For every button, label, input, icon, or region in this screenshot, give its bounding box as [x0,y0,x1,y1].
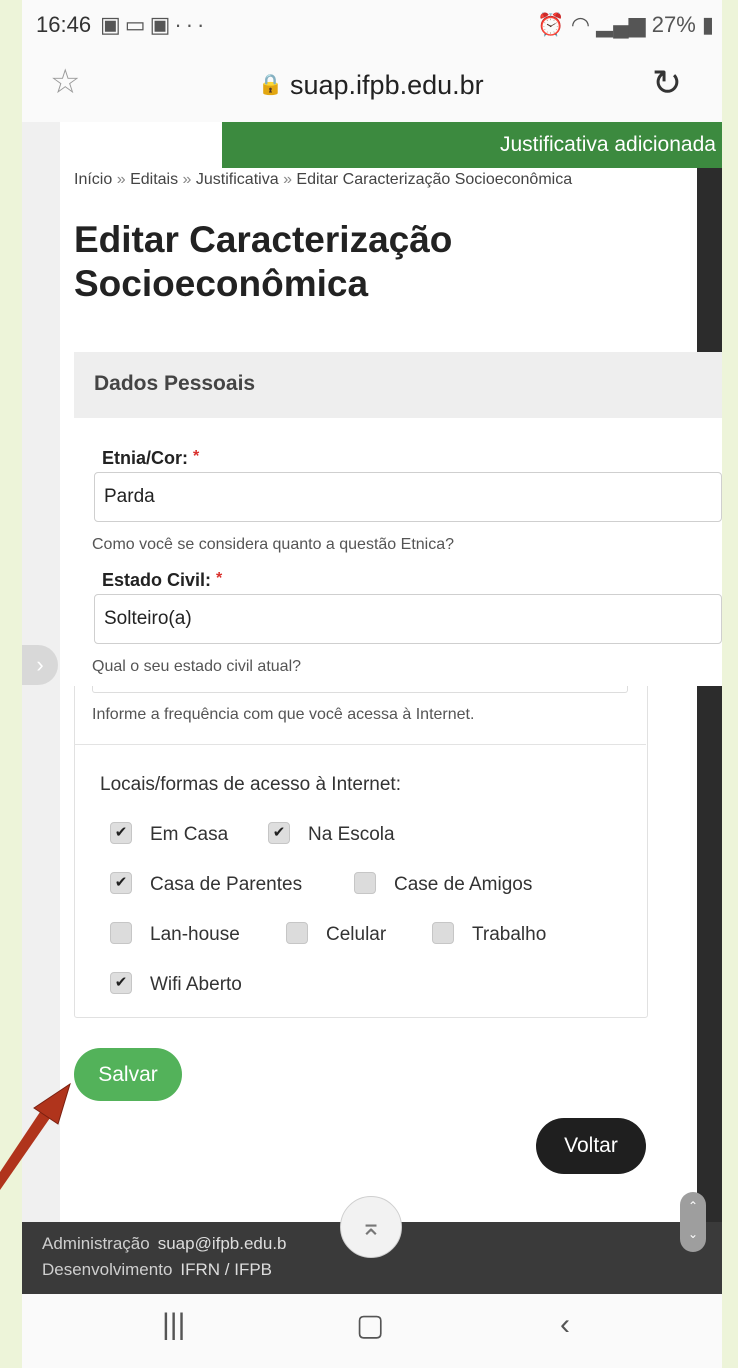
checkbox-label: Lan-house [150,924,240,945]
checkbox-unchecked-icon[interactable] [110,922,132,944]
checkbox-checked-icon[interactable]: ✔ [268,822,290,844]
save-button[interactable]: Salvar [74,1048,182,1101]
status-right: ⏰ ◠ ▂▄▆ 27% ▮ [537,12,714,38]
checkbox-label: Trabalho [472,924,547,945]
page-title: Editar Caracterização Socioeconômica [74,219,453,304]
notification-icons: ▣▭▣··· [100,12,208,38]
checkbox-unchecked-icon[interactable] [286,922,308,944]
image-icon: ▣ [100,12,125,37]
footer-label: Administração [42,1234,150,1253]
screen-icon: ▭ [124,12,150,37]
breadcrumb-separator: » [283,171,292,188]
breadcrumb-link[interactable]: Editais [130,171,178,188]
url-text[interactable]: suap.ifpb.edu.br [290,70,484,101]
required-mark: * [193,448,200,465]
estado-civil-label: Estado Civil: * [102,570,222,591]
internet-access-title: Locais/formas de acesso à Internet: [100,774,401,795]
lock-icon: 🔒 [258,74,283,96]
footer-email-link[interactable]: suap@ifpb.edu.b [158,1234,287,1253]
etnia-label-text: Etnia/Cor: [102,448,189,468]
wifi-icon: ◠ [570,12,591,37]
checkbox-label: Case de Amigos [394,874,533,895]
estado-civil-help-text: Qual o seu estado civil atual? [92,658,302,675]
bookmark-star-icon[interactable]: ☆ [50,62,80,102]
footer-label: Desenvolvimento [42,1260,173,1279]
status-bar: 16:46 ▣▭▣··· ⏰ ◠ ▂▄▆ 27% ▮ [22,0,722,48]
phone-screen: 16:46 ▣▭▣··· ⏰ ◠ ▂▄▆ 27% ▮ ☆ 🔒 suap.ifpb… [22,0,722,1368]
checkbox-checked-icon[interactable]: ✔ [110,872,132,894]
browser-url-bar: ☆ 🔒 suap.ifpb.edu.br ↻ [22,48,722,122]
signal-icon: ▂▄▆ [596,12,646,37]
checkbox-label: Casa de Parentes [150,874,303,895]
checkbox-checked-icon[interactable]: ✔ [110,822,132,844]
scroll-to-top-icon[interactable]: ⌅ [340,1196,402,1258]
frequency-select-edge [92,686,628,693]
back-nav-icon[interactable]: ‹ [560,1308,570,1342]
etnia-select[interactable]: Parda [94,472,722,522]
alarm-icon: ⏰ [537,12,565,37]
section-title: Dados Pessoais [94,372,256,395]
reload-icon[interactable]: ↻ [652,62,682,104]
estado-civil-select[interactable]: Solteiro(a) [94,594,722,644]
right-dark-strip [697,168,722,1222]
etnia-label: Etnia/Cor: * [102,448,199,469]
section-header: Dados Pessoais [74,352,722,418]
android-nav-bar: ||| ▢ ‹ [22,1294,722,1368]
checkbox-label: Em Casa [150,824,229,845]
success-toast: Justificativa adicionada c [222,122,722,168]
etnia-help-text: Como você se considera quanto a questão … [92,536,455,553]
breadcrumb: Início » Editais » Justificativa » Edita… [74,170,594,189]
scrollbar-thumb[interactable]: ⌃ ⌄ [680,1192,706,1252]
back-button[interactable]: Voltar [536,1118,646,1174]
recent-apps-icon[interactable]: ||| [162,1308,185,1342]
estado-civil-label-text: Estado Civil: [102,570,212,590]
breadcrumb-separator: » [182,171,192,188]
checkbox-unchecked-icon[interactable] [354,872,376,894]
battery-percent: 27% [651,12,696,37]
breadcrumb-link[interactable]: Início [74,171,112,188]
footer-row-admin: Administração suap@ifpb.edu.b [42,1234,287,1254]
home-icon[interactable]: ▢ [356,1308,384,1343]
section-divider [74,744,646,745]
footer-row-dev: Desenvolvimento IFRN / IFPB [42,1260,272,1280]
required-mark: * [216,570,223,587]
frequency-help-text: Informe a frequência com que você acessa… [92,706,475,723]
more-dots-icon: ··· [174,12,209,37]
breadcrumb-link[interactable]: Justificativa [196,171,279,188]
status-time: 16:46 [36,12,92,37]
footer-dev-link[interactable]: IFRN / IFPB [180,1260,272,1279]
battery-icon: ▮ [701,12,714,37]
checkbox-unchecked-icon[interactable] [432,922,454,944]
checkbox-label: Na Escola [308,824,395,845]
checkbox-checked-icon[interactable]: ✔ [110,972,132,994]
breadcrumb-current: Editar Caracterização Socioeconômica [296,171,573,188]
breadcrumb-separator: » [116,171,126,188]
gallery-icon: ▣ [149,12,175,37]
checkbox-label: Celular [326,924,387,945]
checkbox-label: Wifi Aberto [150,974,242,995]
